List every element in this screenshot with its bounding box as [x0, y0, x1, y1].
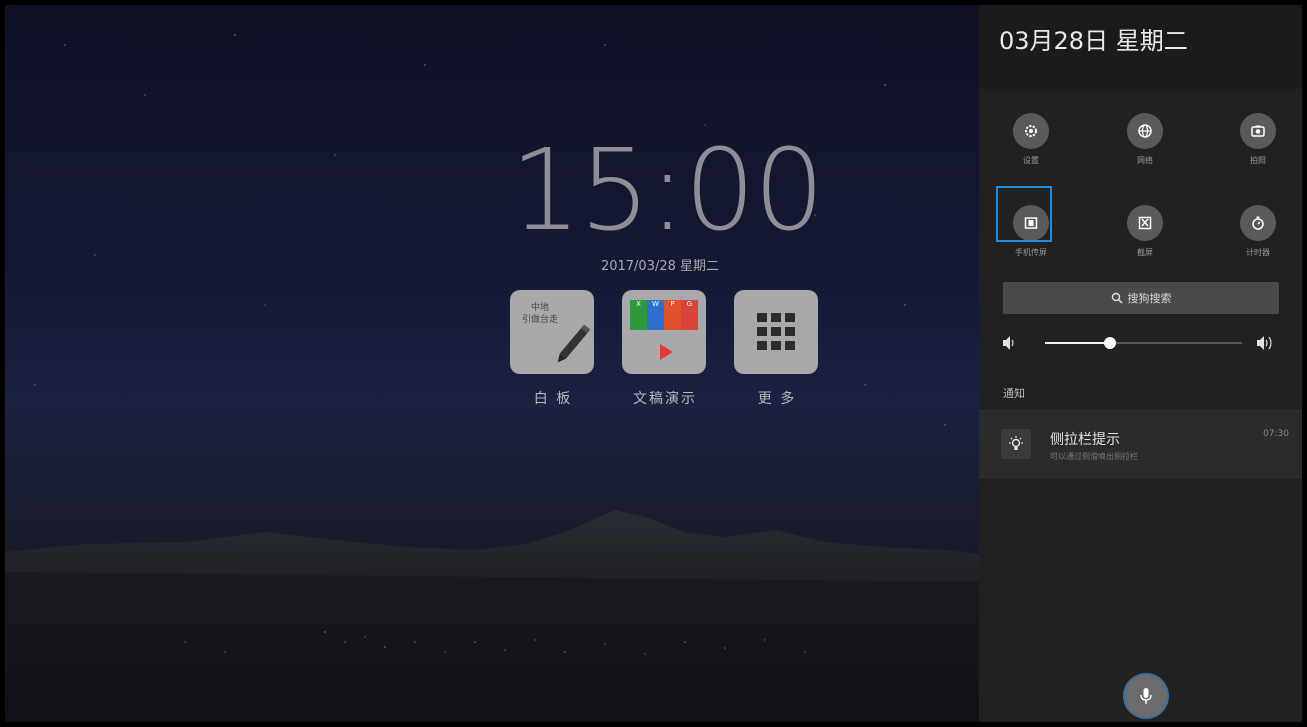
home-clock: 15:00	[510, 126, 825, 256]
app-more[interactable]: 更 多	[734, 290, 820, 408]
presentation-icon: X W P G	[622, 290, 706, 374]
whiteboard-icon: 中地 引做台走	[510, 290, 594, 374]
settings-gear-icon	[1013, 113, 1049, 149]
home-date: 2017/03/28 星期二	[600, 259, 720, 274]
toggle-camera[interactable]: 拍照	[1218, 113, 1298, 166]
focus-highlight	[996, 186, 1052, 242]
app-presentation[interactable]: X W P G 文稿演示	[622, 290, 708, 408]
toggle-settings[interactable]: 设置	[991, 113, 1071, 166]
volume-high-icon	[1257, 336, 1272, 350]
globe-icon	[1127, 113, 1163, 149]
mountain-silhouette	[5, 510, 979, 722]
app-tiles: 中地 引做台走 白 板 X W P G 文稿演示 更 多	[505, 290, 825, 420]
app-presentation-label: 文稿演示	[633, 391, 697, 407]
camera-icon	[1240, 113, 1276, 149]
notification-title: 侧拉栏提示	[1050, 432, 1120, 448]
notifications-header: 通知	[1003, 387, 1025, 400]
screenshot-scissors-icon	[1127, 205, 1163, 241]
toggle-settings-label: 设置	[1023, 156, 1039, 165]
notification-item[interactable]: 侧拉栏提示 可以通过侧滑唤出侧拉栏 07:30	[979, 410, 1302, 478]
toggle-timer-label: 计时器	[1246, 248, 1270, 257]
notification-subtitle: 可以通过侧滑唤出侧拉栏	[1050, 452, 1138, 461]
lightbulb-icon	[1001, 429, 1031, 459]
voice-assistant-button[interactable]	[1123, 673, 1169, 719]
panel-header: 03月28日 星期二	[979, 5, 1302, 89]
panel-date: 03月28日 星期二	[999, 27, 1188, 55]
toggle-phone-cast-label: 手机传屏	[1015, 248, 1047, 257]
app-whiteboard[interactable]: 中地 引做台走 白 板	[510, 290, 596, 408]
toggle-network[interactable]: 网络	[1105, 113, 1185, 166]
notification-time: 07:30	[1263, 429, 1289, 439]
toggle-network-label: 网络	[1137, 156, 1153, 165]
grid-icon	[734, 290, 818, 374]
screen: 15:00 2017/03/28 星期二 中地 引做台走 白 板 X W P G…	[5, 5, 1302, 722]
wallpaper	[5, 5, 979, 722]
timer-icon	[1240, 205, 1276, 241]
search-icon	[1111, 292, 1123, 304]
toggle-screenshot-label: 截屏	[1137, 248, 1153, 257]
volume-low-icon	[1003, 336, 1014, 350]
toggle-timer[interactable]: 计时器	[1218, 205, 1298, 258]
play-icon	[660, 344, 673, 360]
microphone-icon	[1140, 688, 1152, 704]
app-whiteboard-label: 白 板	[533, 391, 573, 407]
toggle-camera-label: 拍照	[1250, 156, 1266, 165]
quick-settings-panel: 03月28日 星期二 设置 网络 拍照 手机传屏 截屏 计时器 搜狗搜索 通知 …	[979, 5, 1302, 722]
sogou-search-button[interactable]: 搜狗搜索	[1003, 282, 1279, 314]
app-more-label: 更 多	[757, 391, 797, 407]
toggle-screenshot[interactable]: 截屏	[1105, 205, 1185, 258]
volume-slider-knob[interactable]	[1104, 337, 1117, 349]
search-label: 搜狗搜索	[1127, 292, 1172, 305]
volume-control	[999, 330, 1281, 356]
